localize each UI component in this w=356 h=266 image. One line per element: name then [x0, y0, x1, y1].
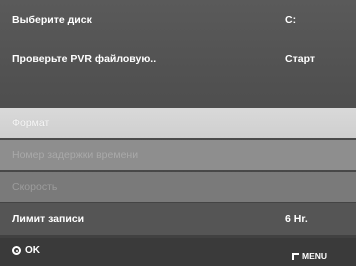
menu-item-value: C:	[285, 14, 297, 26]
menu-item-label: Лимит записи	[12, 213, 85, 225]
menu-item-label: Проверьте PVR файловую..	[12, 53, 157, 65]
menu-item-record-limit[interactable]: Лимит записи 6 Hr.	[0, 203, 356, 235]
menu-item-value: Старт	[285, 53, 315, 65]
ok-circle-icon	[12, 246, 21, 255]
return-arrow-icon	[292, 252, 299, 260]
pvr-settings-screen: Выберите диск C: Проверьте PVR файловую.…	[0, 0, 356, 266]
menu-item-format[interactable]: Формат	[0, 108, 356, 138]
menu-item-label: Скорость	[12, 181, 58, 193]
menu-item-check-pvr-filesystem[interactable]: Проверьте PVR файловую.. Старт	[0, 42, 356, 76]
menu-item-value: 6 Hr.	[285, 213, 308, 225]
menu-hint[interactable]: MENU	[292, 251, 327, 261]
menu-item-label: Формат	[12, 117, 50, 129]
ok-label: OK	[25, 245, 40, 256]
menu-item-select-disk[interactable]: Выберите диск C:	[0, 2, 356, 38]
menu-item-label: Выберите диск	[12, 14, 92, 26]
menu-item-speed[interactable]: Скорость	[0, 172, 356, 202]
ok-hint[interactable]: OK	[12, 245, 40, 256]
menu-label: MENU	[302, 251, 328, 261]
menu-item-timeshift-number[interactable]: Номер задержки времени	[0, 140, 356, 170]
menu-item-label: Номер задержки времени	[12, 149, 139, 161]
menu-item-empty	[0, 78, 356, 106]
footer-hint-bar: OK MENU	[0, 238, 356, 266]
